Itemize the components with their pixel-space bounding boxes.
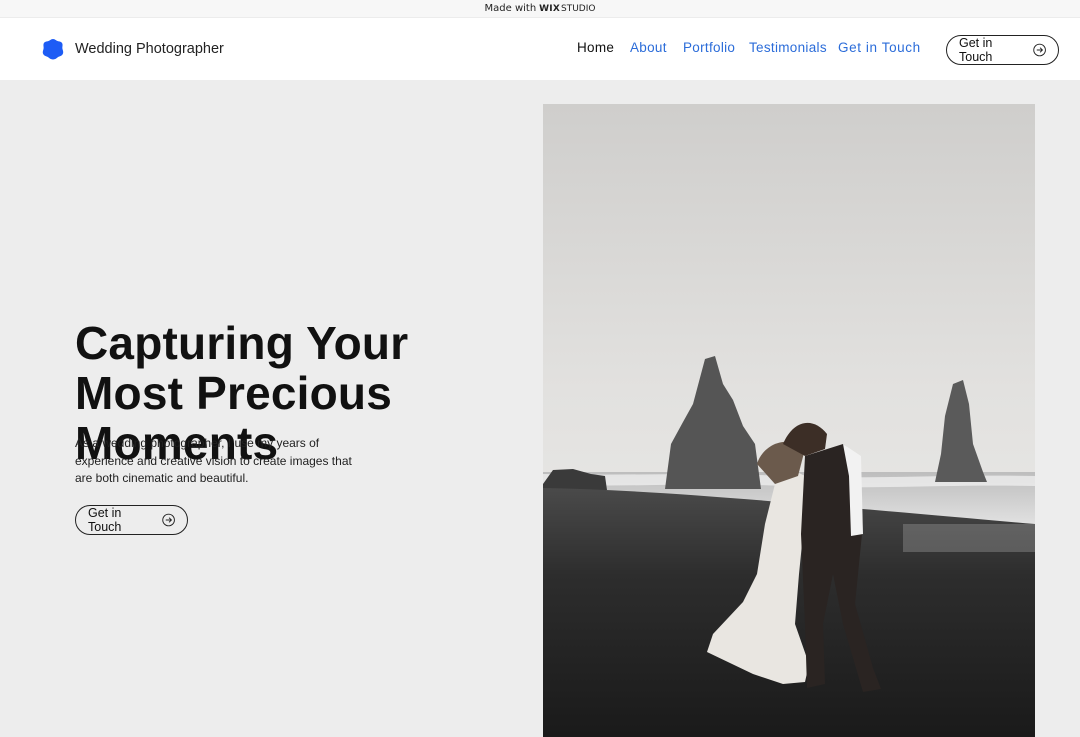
arrow-right-circle-icon	[1033, 43, 1046, 57]
nav-portfolio[interactable]: Portfolio	[683, 40, 735, 55]
nav-testimonials[interactable]: Testimonials	[749, 40, 827, 55]
hero-photo	[543, 104, 1035, 737]
nav-get-in-touch[interactable]: Get in Touch	[838, 40, 921, 55]
blob-logo-icon[interactable]	[42, 38, 64, 60]
header-get-in-touch-button[interactable]: Get in Touch	[946, 35, 1059, 65]
couple-on-black-beach-image	[543, 104, 1035, 737]
nav-home[interactable]: Home	[577, 40, 614, 55]
studio-logo-text: STUDIO	[561, 3, 596, 14]
site-title[interactable]: Wedding Photographer	[75, 41, 224, 57]
button-label: Get in Touch	[88, 506, 122, 534]
wix-logo-text: WIX	[539, 3, 560, 14]
hero-get-in-touch-button[interactable]: Get in Touch	[75, 505, 188, 535]
nav-about[interactable]: About	[630, 40, 667, 55]
arrow-right-circle-icon	[162, 513, 175, 527]
wix-banner[interactable]: Made with WIX STUDIO	[0, 0, 1080, 17]
made-with-label: Made with	[484, 3, 537, 14]
button-label: Get in Touch	[959, 36, 993, 64]
site-header: Wedding Photographer Home About Portfoli…	[0, 17, 1080, 80]
hero-description: As a wedding photographer, I use my year…	[75, 436, 352, 485]
